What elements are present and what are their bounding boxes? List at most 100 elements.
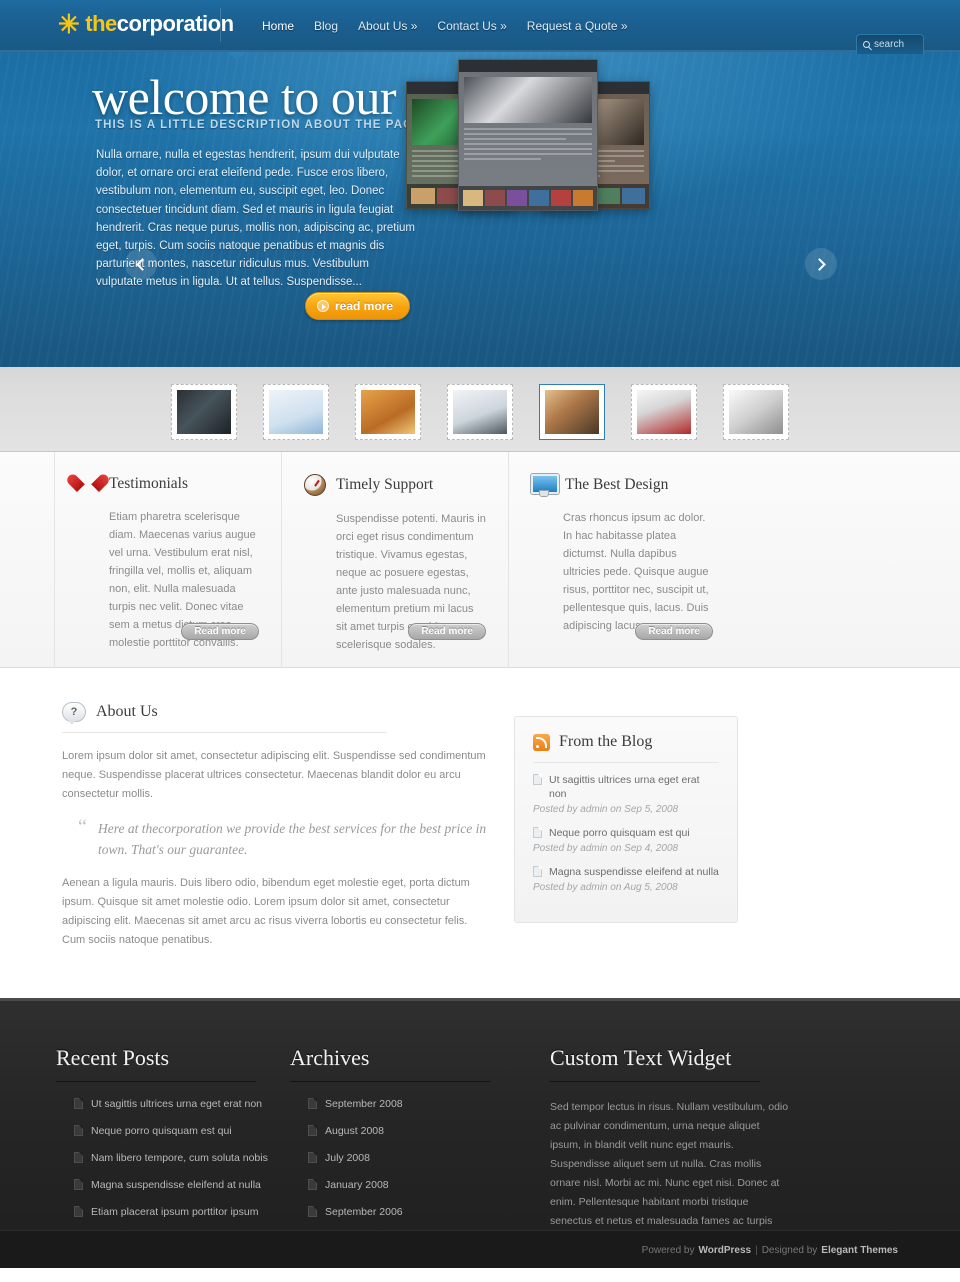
blog-list-item: Magna suspendisse eleifend at nulla Post…: [533, 865, 719, 893]
footer-widget-archives: Archives September 2008 August 2008 July…: [290, 1045, 530, 1250]
page-icon: [74, 1152, 83, 1163]
blog-post-link[interactable]: Ut sagittis ultrices urna eget erat non: [533, 773, 719, 801]
sidebar: From the Blog Ut sagittis ultrices urna …: [514, 702, 738, 950]
footer-widget-title: Recent Posts: [56, 1045, 170, 1070]
archive-link[interactable]: August 2008: [325, 1125, 384, 1138]
slider-thumb-6[interactable]: [631, 383, 697, 440]
about-us-title: About Us: [96, 703, 158, 720]
feature-title: The Best Design: [565, 475, 669, 493]
site-logo[interactable]: ✳ thecorporation: [58, 11, 234, 37]
blog-post-title: Neque porro quisquam est qui: [549, 827, 690, 839]
about-paragraph-1: Lorem ipsum dolor sit amet, consectetur …: [62, 750, 486, 800]
page-icon: [74, 1179, 83, 1190]
blog-post-link[interactable]: Neque porro quisquam est qui: [533, 826, 719, 840]
logo-divider: [220, 8, 221, 42]
search-placeholder: search: [874, 39, 905, 50]
rss-icon: [533, 733, 550, 751]
hero-read-more-button[interactable]: read more: [305, 292, 410, 320]
blog-list-item: Ut sagittis ultrices urna eget erat non …: [533, 773, 719, 815]
from-the-blog-widget: From the Blog Ut sagittis ultrices urna …: [514, 716, 738, 923]
blog-post-title: Magna suspendisse eleifend at nulla: [549, 866, 719, 878]
slider-thumb-7[interactable]: [723, 383, 789, 440]
chevron-left-icon: [136, 257, 149, 271]
blog-post-title: Ut sagittis ultrices urna eget erat non: [549, 774, 700, 800]
wordpress-link[interactable]: WordPress: [698, 1245, 751, 1256]
footer-list-item: Magna suspendisse eleifend at nulla: [56, 1179, 290, 1192]
about-quote-text: Here at thecorporation we provide the be…: [98, 821, 487, 857]
footer-list-item: Neque porro quisquam est qui: [56, 1125, 290, 1138]
footer-widget-title: Custom Text Widget: [550, 1045, 732, 1070]
blog-post-meta: Posted by admin on Aug 5, 2008: [533, 882, 678, 893]
footer-list-item: August 2008: [290, 1125, 530, 1138]
page-icon: [74, 1098, 83, 1109]
nav-item-contact-us[interactable]: Contact Us »: [437, 19, 506, 33]
nav-item-home[interactable]: Home: [262, 19, 294, 33]
slider-thumbnail-strip: [0, 367, 960, 452]
feature-read-more-button[interactable]: Read more: [635, 623, 713, 640]
footer-list-item: September 2006: [290, 1206, 530, 1219]
blog-post-link[interactable]: Magna suspendisse eleifend at nulla: [533, 865, 719, 879]
page-icon: [533, 866, 542, 877]
main-content: ? About Us Lorem ipsum dolor sit amet, c…: [0, 668, 960, 998]
page-icon: [533, 827, 542, 838]
logo-text-corporation: corporation: [116, 11, 234, 36]
archive-link[interactable]: September 2006: [325, 1206, 403, 1219]
slider-prev-button[interactable]: [125, 248, 157, 280]
slider-next-button[interactable]: [805, 248, 837, 280]
feature-title: Testimonials: [109, 475, 188, 492]
slider-thumb-3[interactable]: [355, 383, 421, 440]
quote-mark-icon: “: [78, 816, 87, 838]
logo-text-the: the: [85, 11, 117, 36]
search-icon: [863, 41, 870, 48]
blog-list-item: Neque porro quisquam est qui Posted by a…: [533, 826, 719, 854]
recent-post-link[interactable]: Etiam placerat ipsum porttitor ipsum: [91, 1206, 258, 1219]
from-the-blog-title: From the Blog: [559, 733, 653, 750]
feature-testimonials: Testimonials Etiam pharetra scelerisque …: [54, 452, 281, 668]
search-box[interactable]: search: [856, 34, 924, 54]
slider-thumb-4[interactable]: [447, 383, 513, 440]
about-paragraph-2: Aenean a ligula mauris. Duis libero odio…: [62, 877, 470, 946]
recent-post-link[interactable]: Nam libero tempore, cum soluta nobis: [91, 1152, 268, 1165]
custom-text-body: Sed tempor lectus in risus. Nullam vesti…: [550, 1101, 789, 1246]
hero-slider: welcome to our site THIS IS A LITTLE DES…: [0, 52, 960, 367]
footer-widget-divider: [550, 1081, 760, 1082]
page-icon: [308, 1098, 317, 1109]
nav-item-blog[interactable]: Blog: [314, 19, 338, 33]
feature-body: Cras rhoncus ipsum ac dolor. In hac habi…: [563, 512, 709, 632]
page-icon: [308, 1206, 317, 1217]
recent-post-link[interactable]: Neque porro quisquam est qui: [91, 1125, 232, 1138]
main-nav: Home Blog About Us » Contact Us » Reques…: [262, 19, 628, 33]
credit-separator: |: [755, 1244, 758, 1256]
footer-list-item: Nam libero tempore, cum soluta nobis: [56, 1152, 290, 1165]
elegant-themes-link[interactable]: Elegant Themes: [821, 1245, 898, 1256]
about-us-section: ? About Us Lorem ipsum dolor sit amet, c…: [50, 702, 490, 950]
feature-read-more-button[interactable]: Read more: [408, 623, 486, 640]
footer-list-item: Ut sagittis ultrices urna eget erat non: [56, 1098, 290, 1111]
recent-post-link[interactable]: Ut sagittis ultrices urna eget erat non: [91, 1098, 262, 1111]
active-nav-pointer: [228, 52, 246, 61]
nav-item-request-a-quote[interactable]: Request a Quote »: [527, 19, 628, 33]
footer-list-item: September 2008: [290, 1098, 530, 1111]
page-icon: [533, 774, 542, 785]
footer-widget-recent-posts: Recent Posts Ut sagittis ultrices urna e…: [50, 1045, 290, 1250]
feature-read-more-button[interactable]: Read more: [181, 623, 259, 640]
blog-divider: [533, 762, 719, 763]
archive-link[interactable]: July 2008: [325, 1152, 370, 1165]
page-icon: [308, 1152, 317, 1163]
footer-list-item: July 2008: [290, 1152, 530, 1165]
hero-screenshot-collage: [398, 57, 658, 212]
slider-thumb-5[interactable]: [539, 383, 605, 440]
credit-designed-by: Designed by: [761, 1244, 818, 1256]
footer-credit-bar: Powered by WordPress | Designed by Elega…: [0, 1230, 960, 1268]
clock-icon: [304, 474, 326, 496]
blog-post-meta: Posted by admin on Sep 5, 2008: [533, 804, 679, 815]
nav-item-about-us[interactable]: About Us »: [358, 19, 417, 33]
slider-thumb-2[interactable]: [263, 383, 329, 440]
footer-widget-divider: [290, 1081, 490, 1082]
feature-title: Timely Support: [336, 476, 434, 493]
slider-thumb-1[interactable]: [171, 383, 237, 440]
archive-link[interactable]: January 2008: [325, 1179, 389, 1192]
recent-post-link[interactable]: Magna suspendisse eleifend at nulla: [91, 1179, 261, 1192]
footer-widget-title: Archives: [290, 1045, 370, 1070]
archive-link[interactable]: September 2008: [325, 1098, 403, 1111]
